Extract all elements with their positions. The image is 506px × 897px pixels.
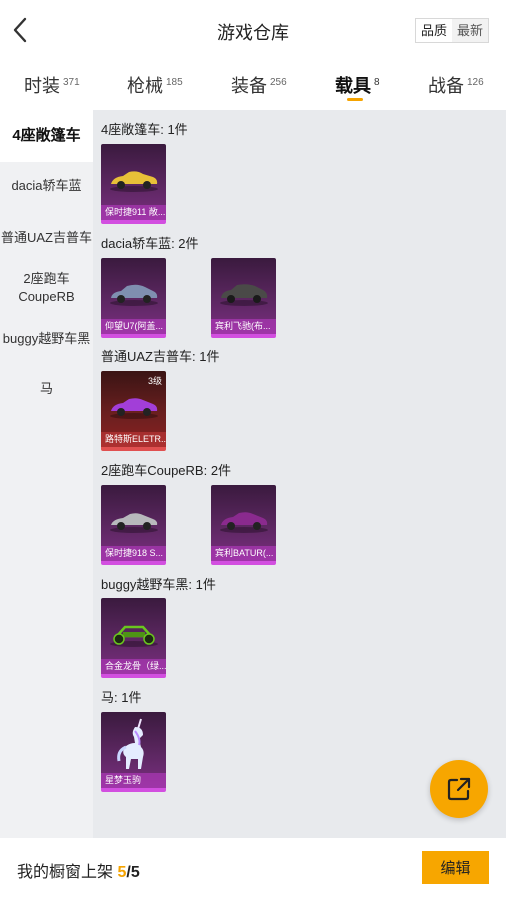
sidebar-item-coupe[interactable]: 2座跑车CoupeRB bbox=[0, 270, 93, 306]
item-name: 合金龙骨（绿... bbox=[101, 659, 166, 674]
section-title: 马: 1件 bbox=[101, 690, 142, 705]
item-name: 星梦玉驹 bbox=[101, 773, 166, 788]
tab-count: 256 bbox=[270, 77, 287, 88]
car-image bbox=[211, 268, 276, 318]
bottom-bar: 我的橱窗上架 5/5 编辑 bbox=[0, 838, 506, 897]
section-title: dacia轿车蓝: 2件 bbox=[101, 236, 199, 251]
item-card[interactable]: 保时捷918 S... bbox=[101, 485, 166, 565]
tab-label: 枪械 bbox=[127, 76, 163, 96]
unicorn-image bbox=[101, 716, 166, 774]
item-name: 保时捷911 敞... bbox=[101, 205, 166, 220]
tab-equipment[interactable]: 装备 256 bbox=[231, 72, 287, 98]
tab-label: 装备 bbox=[231, 76, 267, 96]
tab-label: 载具 bbox=[335, 76, 371, 96]
showcase-status: 我的橱窗上架 5/5 bbox=[17, 858, 140, 882]
item-card[interactable]: 宾利飞驰(布... bbox=[211, 258, 276, 338]
sort-toggle: 品质 最新 bbox=[415, 18, 489, 43]
buggy-image bbox=[101, 608, 166, 658]
showcase-total: 5 bbox=[130, 864, 140, 881]
sidebar-item-buggy[interactable]: buggy越野车黑 bbox=[0, 330, 93, 348]
item-name: 仰望U7(阿盖... bbox=[101, 319, 166, 334]
car-image bbox=[101, 381, 166, 431]
item-card[interactable]: 宾利BATUR(... bbox=[211, 485, 276, 565]
section-title: buggy越野车黑: 1件 bbox=[101, 577, 216, 592]
tab-count: 126 bbox=[467, 77, 484, 88]
sidebar-item-dacia[interactable]: dacia轿车蓝 bbox=[0, 177, 93, 195]
share-fab-button[interactable] bbox=[430, 760, 488, 818]
car-image bbox=[101, 154, 166, 204]
car-image bbox=[101, 268, 166, 318]
tab-count: 371 bbox=[63, 77, 80, 88]
item-name: 宾利BATUR(... bbox=[211, 546, 276, 561]
sidebar-item-horse[interactable]: 马 bbox=[0, 380, 93, 398]
active-tab-indicator bbox=[347, 98, 363, 101]
item-list: 4座敞篷车: 1件 保时捷911 敞... dacia轿车蓝: 2件 仰望U7(… bbox=[93, 110, 506, 838]
item-card[interactable]: 合金龙骨（绿... bbox=[101, 598, 166, 678]
edit-button[interactable]: 编辑 bbox=[422, 851, 489, 884]
tab-battle-prep[interactable]: 战备 126 bbox=[428, 72, 484, 98]
item-card[interactable]: 3级 路特斯ELETR... bbox=[101, 371, 166, 451]
item-name: 保时捷918 S... bbox=[101, 546, 166, 561]
section-title: 4座敞篷车: 1件 bbox=[101, 122, 188, 137]
sidebar-item-convertible[interactable]: 4座敞篷车 bbox=[0, 110, 93, 162]
sidebar: 4座敞篷车 dacia轿车蓝 普通UAZ吉普车 2座跑车CoupeRB bugg… bbox=[0, 110, 93, 838]
tab-fashion[interactable]: 时装 371 bbox=[24, 72, 80, 98]
sidebar-item-uaz[interactable]: 普通UAZ吉普车 bbox=[0, 229, 93, 247]
sort-option-quality[interactable]: 品质 bbox=[416, 19, 452, 42]
tab-label: 战备 bbox=[428, 76, 464, 96]
tab-count: 185 bbox=[166, 77, 183, 88]
item-card[interactable]: 星梦玉驹 bbox=[101, 712, 166, 792]
car-image bbox=[211, 495, 276, 545]
tab-vehicles[interactable]: 载具 8 bbox=[335, 72, 380, 98]
item-card[interactable]: 保时捷911 敞... bbox=[101, 144, 166, 224]
tab-count: 8 bbox=[374, 77, 380, 88]
showcase-label: 我的橱窗上架 bbox=[17, 864, 118, 881]
item-card[interactable]: 仰望U7(阿盖... bbox=[101, 258, 166, 338]
item-name: 路特斯ELETR... bbox=[101, 432, 166, 447]
section-title: 2座跑车CoupeRB: 2件 bbox=[101, 463, 232, 478]
category-tabs: 时装 371 枪械 185 装备 256 载具 8 战备 126 bbox=[0, 60, 506, 110]
tab-label: 时装 bbox=[24, 76, 60, 96]
tab-weapons[interactable]: 枪械 185 bbox=[127, 72, 183, 98]
item-name: 宾利飞驰(布... bbox=[211, 319, 276, 334]
share-external-icon bbox=[447, 777, 471, 801]
sort-option-latest[interactable]: 最新 bbox=[452, 19, 488, 42]
car-image bbox=[101, 495, 166, 545]
header: 游戏仓库 品质 最新 bbox=[0, 0, 506, 60]
section-title: 普通UAZ吉普车: 1件 bbox=[101, 349, 220, 364]
